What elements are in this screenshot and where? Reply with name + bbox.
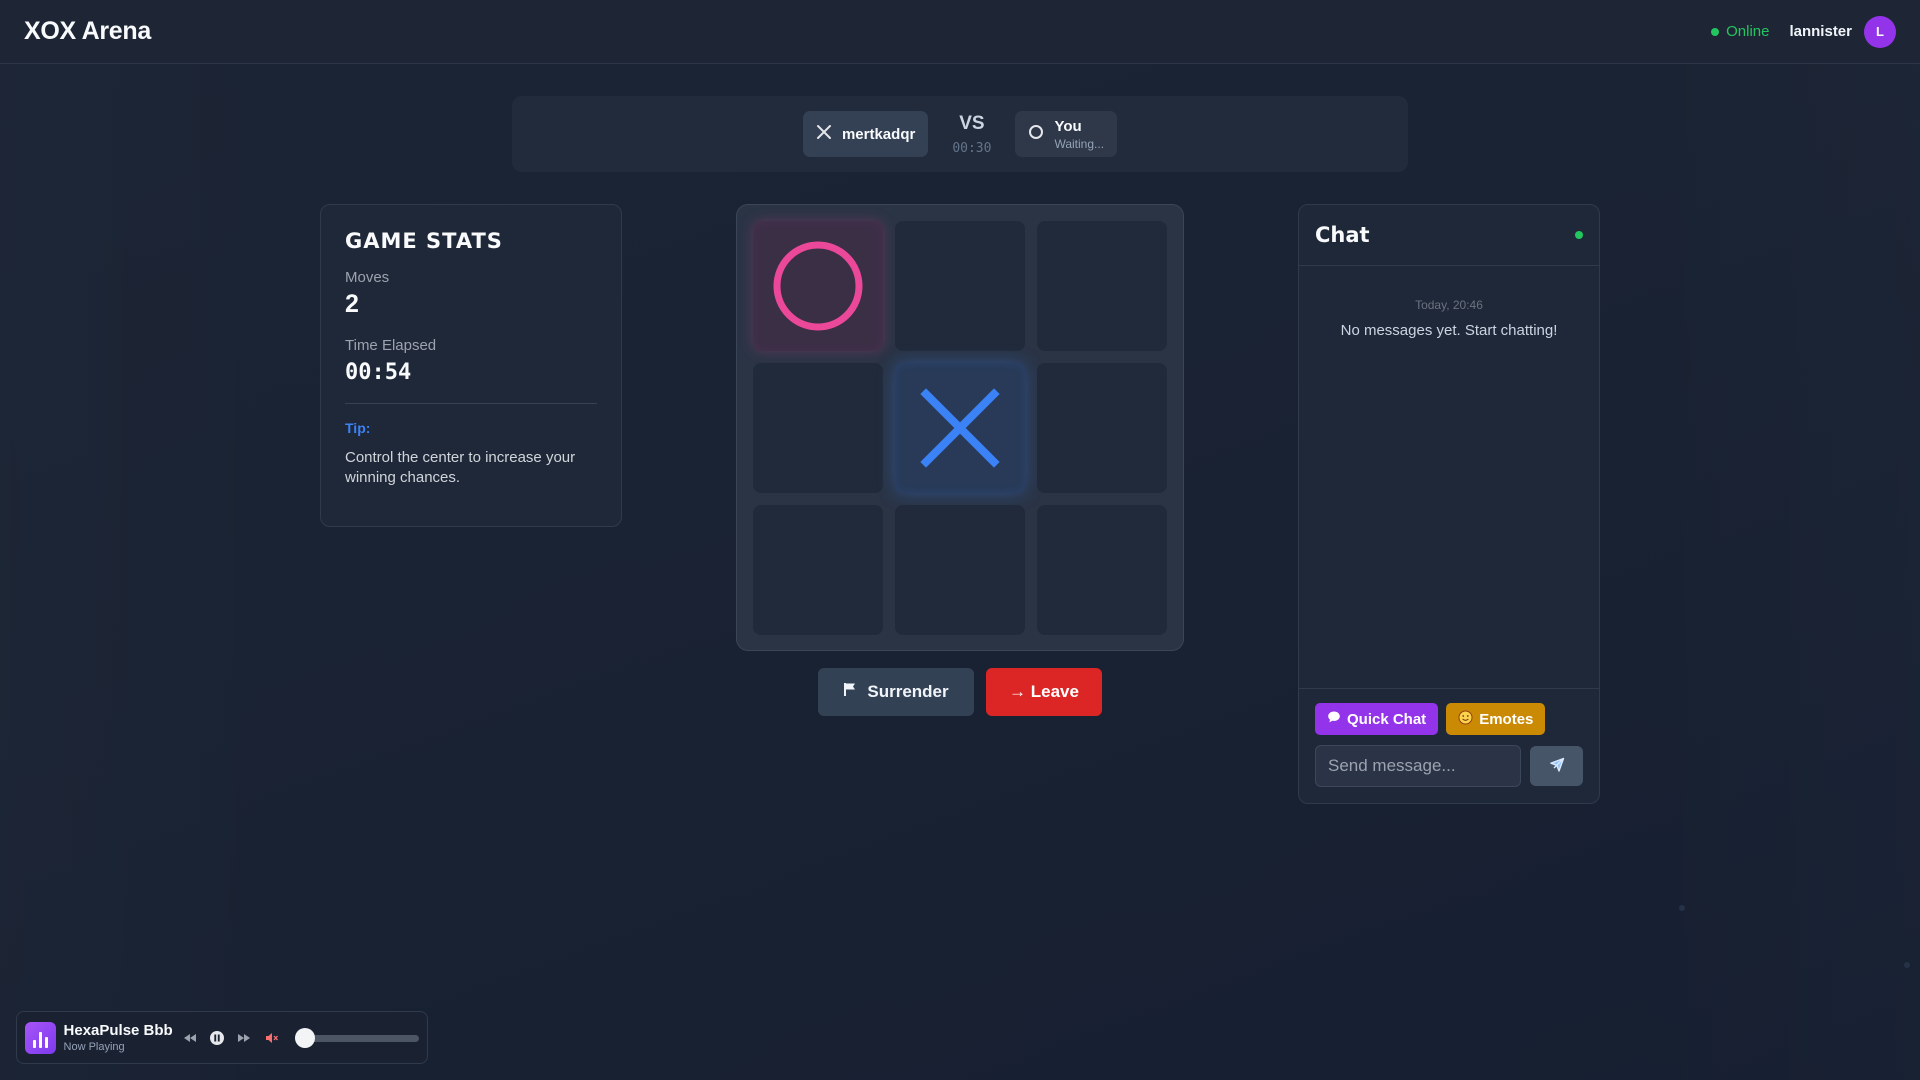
board-cell-9[interactable] <box>1037 505 1167 635</box>
surrender-button[interactable]: Surrender <box>818 668 974 716</box>
flag-icon <box>843 682 857 702</box>
track-info: HexaPulse Bbb Now Playing <box>64 1022 173 1053</box>
leave-button[interactable]: → Leave <box>986 668 1102 716</box>
quick-chat-label: Quick Chat <box>1347 710 1427 728</box>
vs-label: VS <box>959 112 985 134</box>
x-mark-icon <box>920 388 1000 468</box>
mute-icon[interactable] <box>262 1028 281 1048</box>
vs-block: VS 00:30 <box>952 113 991 156</box>
chat-messages: Today, 20:46 No messages yet. Start chat… <box>1299 266 1599 688</box>
volume-slider[interactable] <box>295 1027 420 1048</box>
top-bar: XOX Arena Online lannister L <box>0 0 1920 64</box>
chat-title: Chat <box>1315 223 1370 247</box>
background-dot <box>1679 905 1685 911</box>
chat-footer: Quick Chat Emotes <box>1299 688 1599 803</box>
status-dot-icon <box>1711 27 1720 36</box>
status-label: Online <box>1726 23 1770 40</box>
music-player: HexaPulse Bbb Now Playing <box>16 1011 428 1064</box>
you-chip: You Waiting... <box>1015 111 1118 157</box>
chat-empty-text: No messages yet. Start chatting! <box>1340 322 1558 339</box>
board-cell-5[interactable] <box>895 363 1025 493</box>
turn-timer: 00:30 <box>952 140 992 156</box>
chat-status-dot-icon <box>1575 231 1583 239</box>
brand-logo[interactable]: XOX Arena <box>24 17 151 46</box>
time-elapsed-label: Time Elapsed <box>345 337 437 354</box>
board-cell-1[interactable] <box>753 221 883 351</box>
moves-label: Moves <box>345 269 390 286</box>
opponent-name: mertkadqr <box>841 125 916 143</box>
avatar[interactable]: L <box>1864 15 1896 48</box>
background-panel-right <box>1630 64 1920 1080</box>
moves-value: 2 <box>345 290 359 318</box>
x-icon <box>816 124 832 145</box>
chat-input-row <box>1315 745 1583 787</box>
surrender-label: Surrender <box>867 682 949 701</box>
game-stats-panel: GAME STATS Moves 2 Time Elapsed 00:54 Ti… <box>320 204 622 527</box>
chat-quick-actions: Quick Chat Emotes <box>1315 703 1583 735</box>
quick-chat-button[interactable]: Quick Chat <box>1315 703 1439 735</box>
tip-text: Control the center to increase your winn… <box>345 449 576 486</box>
opponent-chip: mertkadqr <box>802 111 929 157</box>
match-bar: mertkadqr VS 00:30 You Waiting... <box>512 96 1408 172</box>
you-info: You Waiting... <box>1054 118 1104 151</box>
user-area: Online lannister L <box>1711 15 1896 48</box>
speech-bubble-icon <box>1327 710 1341 728</box>
tip-label: Tip: <box>345 420 371 436</box>
time-elapsed-value: 00:54 <box>345 360 412 385</box>
online-status: Online <box>1711 23 1769 40</box>
you-name: You <box>1054 117 1082 135</box>
stats-divider <box>345 403 597 404</box>
game-board <box>736 204 1184 651</box>
track-title: HexaPulse Bbb <box>63 1022 173 1039</box>
username[interactable]: lannister <box>1789 23 1852 40</box>
equalizer-icon <box>25 1021 56 1054</box>
game-actions: Surrender → Leave <box>818 668 1102 716</box>
stats-title: GAME STATS <box>345 229 503 253</box>
smiley-icon <box>1458 710 1473 729</box>
board-cell-8[interactable] <box>895 505 1025 635</box>
next-icon[interactable] <box>235 1028 254 1048</box>
previous-icon[interactable] <box>181 1028 200 1048</box>
board-cell-3[interactable] <box>1037 221 1167 351</box>
chat-date: Today, 20:46 <box>1415 298 1483 312</box>
background-panel-left <box>0 64 290 1080</box>
emotes-button[interactable]: Emotes <box>1446 703 1546 735</box>
you-status: Waiting... <box>1054 136 1105 151</box>
emotes-label: Emotes <box>1479 710 1534 728</box>
board-cell-6[interactable] <box>1037 363 1167 493</box>
volume-thumb[interactable] <box>295 1027 316 1048</box>
pause-icon[interactable] <box>208 1028 227 1048</box>
chat-panel: Chat Today, 20:46 No messages yet. Start… <box>1298 204 1600 804</box>
chat-message-input[interactable] <box>1315 745 1521 787</box>
board-cell-4[interactable] <box>753 363 883 493</box>
board-cell-2[interactable] <box>895 221 1025 351</box>
o-mark-icon <box>773 241 863 331</box>
board-cell-7[interactable] <box>753 505 883 635</box>
track-status: Now Playing <box>63 1041 125 1053</box>
background-dot <box>1904 962 1910 968</box>
chat-header: Chat <box>1299 205 1599 266</box>
send-button[interactable] <box>1530 746 1583 786</box>
send-icon <box>1548 756 1566 777</box>
o-icon <box>1028 124 1044 145</box>
